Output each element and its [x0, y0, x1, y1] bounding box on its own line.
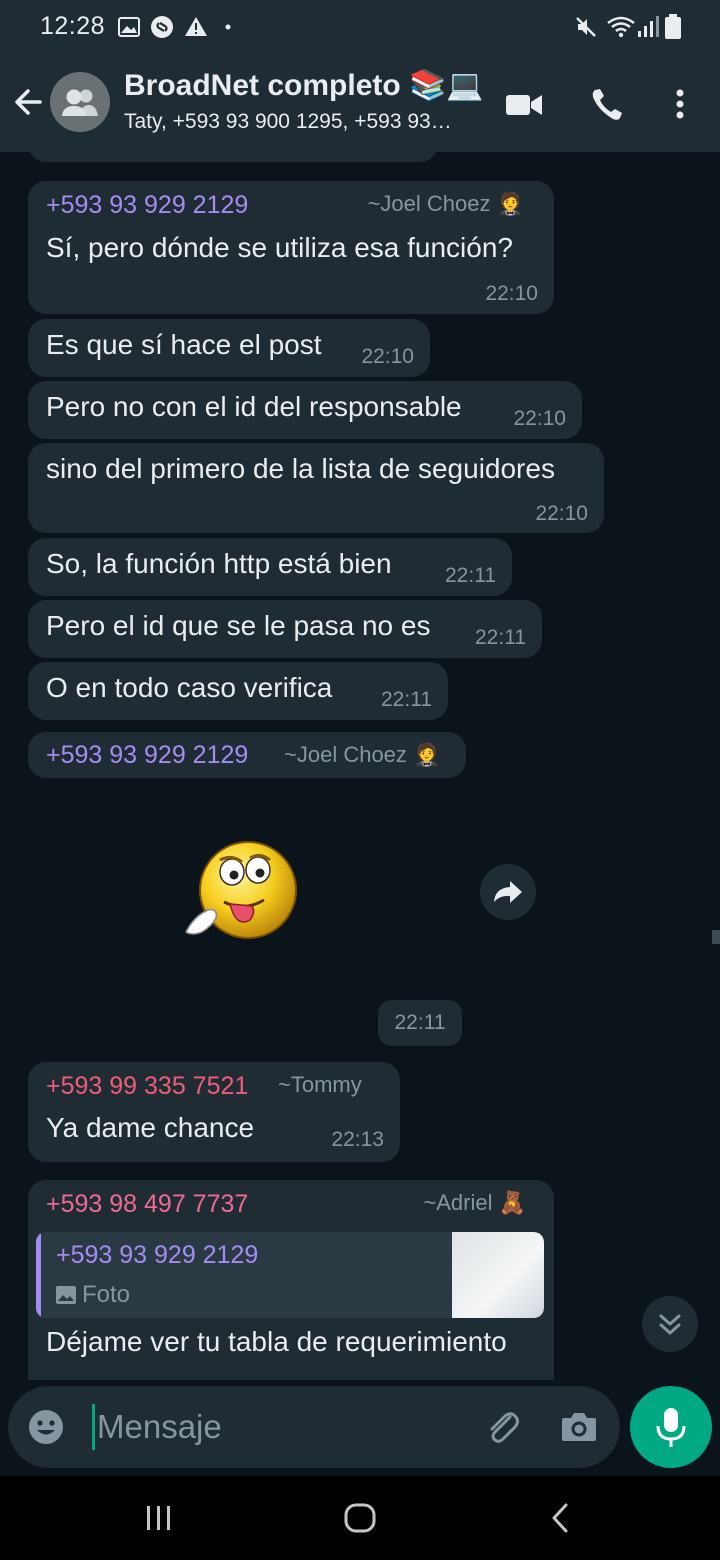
- sticker-time: 22:11: [378, 1000, 462, 1046]
- double-chevron-down-icon: [659, 1314, 681, 1335]
- scrollbar-thumb[interactable]: [712, 930, 720, 944]
- quoted-text: Foto: [82, 1281, 131, 1308]
- chat-header: BroadNet completo 📚💻 Taty, +593 93 900 1…: [0, 56, 720, 152]
- message-bubble[interactable]: Es que sí hace el post 22:10: [28, 319, 430, 377]
- quoted-photo-thumbnail: [452, 1232, 544, 1318]
- message-sender-alias: ~Joel Choez 🤵: [284, 742, 441, 767]
- quoted-message[interactable]: +593 93 929 2129 Foto: [36, 1232, 544, 1318]
- mic-icon: [656, 1408, 686, 1447]
- sticker-sender-bubble[interactable]: +593 93 929 2129 ~Joel Choez 🤵: [28, 732, 466, 778]
- message-text: So, la función http está bien: [46, 548, 392, 579]
- battery-icon: [665, 14, 681, 39]
- message-sender-alias: ~Joel Choez 🤵: [367, 191, 524, 216]
- mute-icon: [576, 17, 596, 37]
- attach-icon[interactable]: [482, 1406, 524, 1448]
- message-text: Déjame ver tu tabla de requerimiento: [46, 1326, 507, 1357]
- group-avatar[interactable]: [50, 72, 110, 132]
- message-time: 22:10: [485, 282, 538, 305]
- message-sender[interactable]: +593 93 929 2129: [46, 741, 248, 770]
- message-time: 22:10: [535, 502, 588, 525]
- chat-messages[interactable]: +593 93 929 2129 ~Joel Choez 🤵 Sí, pero …: [0, 152, 720, 1380]
- message-text: Es que sí hace el post: [46, 329, 322, 360]
- quote-accent-bar: [36, 1232, 41, 1318]
- message-input[interactable]: Mensaje: [92, 1404, 452, 1450]
- message-time: 22:10: [361, 345, 414, 368]
- back-arrow-icon[interactable]: [10, 82, 46, 122]
- photo-icon: [56, 1286, 76, 1304]
- message-sender-alias: ~Adriel 🧸: [423, 1190, 526, 1215]
- forward-button[interactable]: [480, 864, 536, 920]
- message-bubble-partial[interactable]: [28, 152, 438, 162]
- message-text: Pero el id que se le pasa no es: [46, 610, 431, 641]
- chat-title[interactable]: BroadNet completo 📚💻: [124, 68, 484, 103]
- voice-record-button[interactable]: [630, 1386, 712, 1468]
- dot-icon: [225, 24, 231, 30]
- camera-icon[interactable]: [558, 1406, 600, 1448]
- message-time: 22:11: [475, 626, 526, 649]
- group-avatar-icon: [62, 89, 98, 116]
- message-bubble[interactable]: O en todo caso verifica 22:11: [28, 662, 448, 720]
- message-sender[interactable]: +593 93 929 2129: [46, 191, 248, 220]
- video-call-icon[interactable]: [504, 82, 544, 126]
- signal-icon: [638, 16, 659, 37]
- wifi-icon: [607, 16, 635, 38]
- system-nav-bar: [0, 1476, 720, 1560]
- emoji-icon[interactable]: [26, 1407, 66, 1447]
- message-text: Ya dame chance: [46, 1112, 255, 1143]
- shazam-icon: [151, 16, 173, 38]
- message-sender[interactable]: +593 98 497 7737: [46, 1190, 248, 1219]
- forward-icon: [494, 881, 522, 903]
- quoted-sender: +593 93 929 2129: [56, 1241, 259, 1269]
- message-text: Pero no con el id del responsable: [46, 391, 462, 422]
- recents-icon[interactable]: [144, 1500, 174, 1536]
- back-icon[interactable]: [548, 1500, 572, 1536]
- message-sender-alias: ~Tommy: [278, 1072, 362, 1097]
- status-time: 12:28: [40, 12, 106, 40]
- message-input-container: Mensaje: [8, 1386, 620, 1468]
- message-time: 22:10: [513, 407, 566, 430]
- sticker-emoji-image[interactable]: [180, 836, 304, 948]
- warning-icon: [185, 17, 207, 36]
- message-bubble[interactable]: +593 93 929 2129 ~Joel Choez 🤵 Sí, pero …: [28, 181, 554, 314]
- message-bubble[interactable]: So, la función http está bien 22:11: [28, 538, 512, 596]
- message-bubble[interactable]: +593 98 497 7737 ~Adriel 🧸 +593 93 929 2…: [28, 1180, 554, 1380]
- message-text: O en todo caso verifica: [46, 672, 333, 703]
- message-bubble[interactable]: sino del primero de la lista de seguidor…: [28, 443, 604, 533]
- phone-icon[interactable]: [588, 82, 626, 126]
- message-text: sino del primero de la lista de seguidor…: [46, 453, 555, 484]
- message-text: Sí, pero dónde se utiliza esa función?: [46, 232, 513, 263]
- more-vert-icon[interactable]: [668, 82, 692, 126]
- message-time: 22:11: [381, 688, 432, 711]
- status-bar: 12:28: [0, 0, 720, 56]
- message-bubble[interactable]: Pero no con el id del responsable 22:10: [28, 381, 582, 439]
- message-bubble[interactable]: +593 99 335 7521 ~Tommy Ya dame chance 2…: [28, 1062, 400, 1162]
- message-sender[interactable]: +593 99 335 7521: [46, 1072, 248, 1101]
- home-icon[interactable]: [342, 1500, 378, 1536]
- gallery-icon: [118, 17, 140, 37]
- scroll-to-bottom-button[interactable]: [642, 1296, 698, 1352]
- chat-participants[interactable]: Taty, +593 93 900 1295, +593 93…: [124, 110, 484, 134]
- message-time: 22:13: [331, 1128, 384, 1151]
- composer: Mensaje: [0, 1380, 720, 1476]
- message-bubble[interactable]: Pero el id que se le pasa no es 22:11: [28, 600, 542, 658]
- message-time: 22:11: [445, 564, 496, 587]
